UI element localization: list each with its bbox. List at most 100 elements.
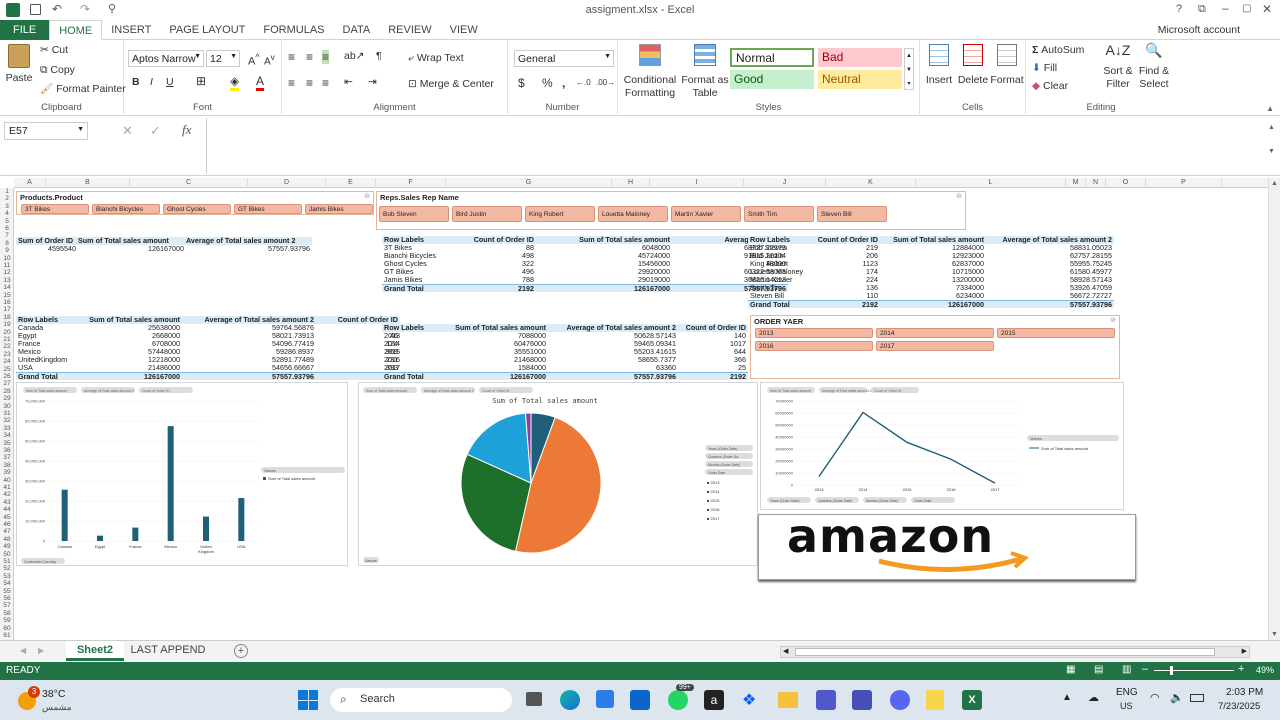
fill-button[interactable]: ⬇ Fill	[1032, 62, 1057, 74]
autosum-button[interactable]: Σ AutoSum	[1032, 44, 1084, 56]
field-button[interactable]: Years (Order Date)	[705, 445, 753, 451]
close-icon[interactable]: ✕	[1262, 2, 1272, 16]
tab-insert[interactable]: INSERT	[102, 20, 160, 40]
insert-function-icon[interactable]: fx	[182, 122, 191, 138]
field-button[interactable]: Average of Total sales amount 2	[81, 387, 135, 393]
clear-filter-icon[interactable]: ⊘	[1110, 316, 1116, 324]
volume-icon[interactable]: 🔈	[1170, 691, 1184, 704]
align-top-icon[interactable]: ≡	[288, 50, 295, 64]
copy-button[interactable]: ⧉ Copy	[40, 64, 75, 77]
slicer-item[interactable]: Smith Tim	[744, 206, 814, 222]
page-layout-view-icon[interactable]: ▤	[1094, 664, 1103, 675]
collapse-ribbon-icon[interactable]: ▲	[1266, 104, 1274, 113]
align-middle-icon[interactable]: ≡	[306, 50, 313, 64]
shrink-font-icon[interactable]: Av	[264, 52, 275, 67]
account-link[interactable]: Microsoft account	[1158, 24, 1240, 36]
wrap-text-button[interactable]: ⤶ Wrap Text	[408, 52, 464, 65]
slicer-item[interactable]: 2016	[755, 341, 873, 351]
tray-chevron-icon[interactable]: ▲	[1062, 692, 1072, 703]
merge-center-button[interactable]: ⊡ Merge & Center	[408, 78, 494, 90]
sticky-notes-icon[interactable]	[926, 690, 944, 710]
slicer-item[interactable]: 3T Bikes	[21, 204, 89, 214]
slicer-item[interactable]: Bianchi Bicycles	[92, 204, 160, 214]
field-button[interactable]: Months (Order Date)	[863, 497, 907, 503]
borders-icon[interactable]: ⊞	[196, 74, 206, 88]
sheet-tab-active[interactable]: Sheet2	[66, 641, 124, 661]
tab-home[interactable]: HOME	[49, 19, 103, 40]
help-icon[interactable]: ?	[1176, 3, 1182, 15]
slicer-item[interactable]: Ghost Cycles	[163, 204, 231, 214]
edge-icon[interactable]	[560, 690, 580, 710]
taskbar-search[interactable]: ⌕ Search	[330, 688, 512, 712]
zoom-level[interactable]: 49%	[1256, 665, 1274, 675]
field-button[interactable]: Count of Order ID	[871, 387, 919, 393]
sort-filter-button[interactable]: A↓Z Sort & Filter	[1100, 43, 1136, 91]
align-left-icon[interactable]: ≡	[288, 76, 295, 90]
clock-date[interactable]: 7/23/2025	[1218, 701, 1260, 712]
field-button[interactable]: Sum of Total sales amount	[767, 387, 815, 393]
horizontal-scrollbar[interactable]: ◀ ▶	[780, 646, 1250, 658]
region-indicator[interactable]: US	[1120, 701, 1133, 711]
name-box[interactable]: E57 ▼	[4, 122, 88, 140]
tab-formulas[interactable]: FORMULAS	[254, 20, 333, 40]
discord-icon[interactable]	[890, 690, 910, 710]
pie-chart[interactable]: Sum of Total sales amount Average of Tota…	[358, 382, 758, 566]
tab-file[interactable]: FILE	[0, 19, 50, 40]
file-explorer-icon[interactable]	[778, 692, 798, 708]
bold-button[interactable]: B	[132, 76, 140, 88]
field-button[interactable]: Years (Order Date)	[767, 497, 811, 503]
field-button[interactable]: Order Date	[911, 497, 955, 503]
orientation-icon[interactable]: ab↗	[344, 50, 364, 62]
start-button[interactable]	[298, 690, 318, 710]
slicer-item[interactable]: Steven Bill	[817, 206, 887, 222]
scroll-left-icon[interactable]: ◀	[783, 647, 788, 655]
field-button[interactable]: Count of Order ID	[479, 387, 533, 393]
delete-cells-button[interactable]: Delete	[956, 44, 990, 87]
comma-button[interactable]: ,	[562, 76, 565, 90]
maximize-icon[interactable]: ▢	[1242, 3, 1251, 14]
wifi-icon[interactable]: ◠	[1150, 691, 1160, 704]
ribbon-display-icon[interactable]: ⧉	[1198, 3, 1206, 16]
teams-classic-icon[interactable]	[852, 690, 872, 710]
style-bad[interactable]: Bad	[818, 48, 902, 67]
align-bottom-icon[interactable]: ≡	[322, 50, 330, 64]
slicer-item[interactable]: 2013	[755, 328, 873, 338]
formula-input[interactable]	[206, 118, 1266, 174]
slicer-item[interactable]: GT Bikes	[234, 204, 302, 214]
currency-button[interactable]: $	[518, 76, 525, 90]
cancel-formula-icon[interactable]: ✕	[122, 123, 133, 139]
zoom-slider[interactable]	[1154, 666, 1234, 675]
prev-sheet-icon[interactable]: ◀	[20, 646, 26, 655]
scroll-up-icon[interactable]: ▲	[1271, 180, 1278, 187]
excel-taskbar-icon[interactable]: X	[962, 690, 982, 710]
field-button[interactable]: Average of Total sales amount 2	[421, 387, 475, 393]
grow-font-icon[interactable]: A^	[248, 52, 260, 68]
battery-icon[interactable]	[1190, 694, 1204, 702]
number-format-select[interactable]: General ▼	[514, 50, 614, 67]
field-button[interactable]: Months (Order Date)	[705, 461, 753, 467]
format-painter-button[interactable]: 🖌 Format Painter	[40, 82, 126, 95]
format-cells-button[interactable]: Format	[990, 44, 1024, 87]
font-size-select[interactable]: 12 ▼	[206, 50, 240, 67]
find-select-button[interactable]: 🔍 Find & Select	[1136, 43, 1172, 91]
sheet-tab[interactable]: LAST APPEND	[126, 641, 210, 661]
slicer-item[interactable]: Bird Justin	[452, 206, 522, 222]
scroll-down-icon[interactable]: ▼	[1271, 631, 1278, 638]
whatsapp-icon[interactable]	[668, 690, 688, 710]
line-chart[interactable]: Sum of Total sales amount Average of Tota…	[760, 382, 1124, 510]
page-break-view-icon[interactable]: ▥	[1122, 664, 1131, 675]
insert-cells-button[interactable]: Insert	[922, 44, 956, 87]
paste-button[interactable]: Paste	[4, 44, 34, 85]
style-neutral[interactable]: Neutral	[818, 70, 902, 89]
slicer-item[interactable]: King Robert	[525, 206, 595, 222]
weather-widget[interactable]: 3 38°C مشمس	[16, 686, 96, 714]
field-button[interactable]: Quarters (Order Da	[705, 453, 753, 459]
slicer-item[interactable]: 2017	[876, 341, 994, 351]
formula-scroll-up[interactable]: ▲	[1268, 124, 1275, 131]
styles-scroll[interactable]: ▲ ▼ ▾	[904, 48, 914, 90]
add-sheet-button[interactable]: +	[234, 644, 248, 658]
style-good[interactable]: Good	[730, 70, 814, 89]
percent-button[interactable]: %	[542, 76, 553, 90]
align-center-icon[interactable]: ≡	[306, 76, 313, 90]
field-button[interactable]: Count of Order ID	[139, 387, 193, 393]
